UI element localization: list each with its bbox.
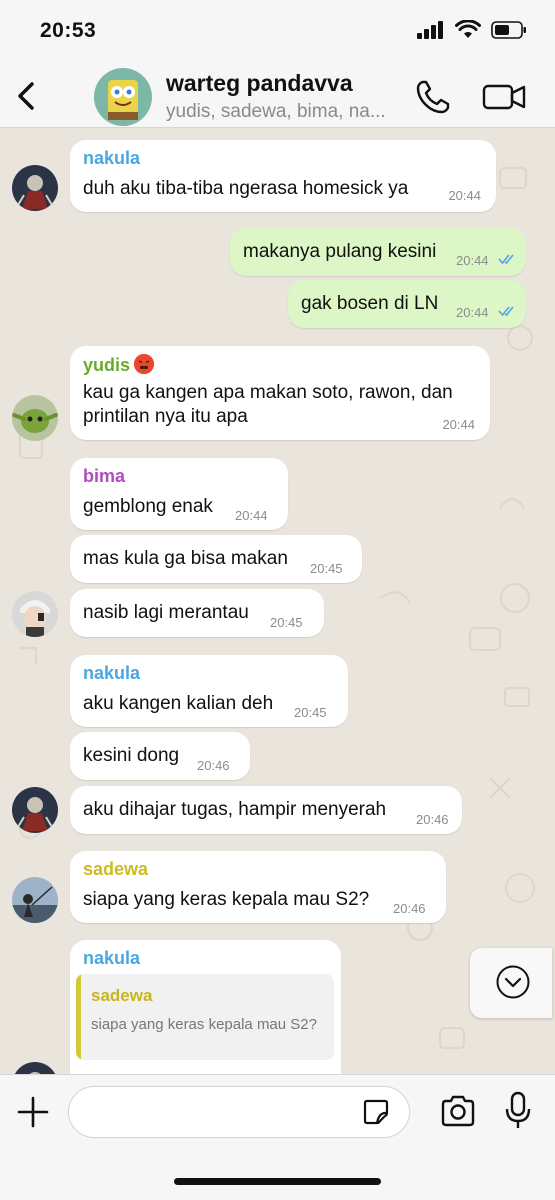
sadewa-avatar-image — [12, 877, 58, 923]
phone-icon[interactable] — [414, 78, 452, 116]
quoted-message[interactable]: sadewa siapa yang keras kepala mau S2? — [76, 974, 334, 1060]
signal-icon — [417, 20, 443, 39]
video-camera-icon[interactable] — [482, 80, 526, 114]
avatar-nakula[interactable] — [12, 165, 58, 211]
avatar-yudis[interactable] — [12, 395, 58, 441]
read-ticks-icon — [498, 306, 514, 317]
sender-name: nakula — [83, 663, 141, 683]
read-ticks-icon — [498, 254, 514, 265]
message-text-line2: printilan nya itu apa — [83, 406, 248, 427]
message-time: 20:45 — [294, 705, 327, 720]
nakula-avatar-image — [12, 787, 58, 833]
message-text: kesini dong — [83, 745, 180, 766]
microphone-icon[interactable] — [504, 1091, 532, 1131]
sender-name: bima — [83, 466, 126, 486]
message-time: 20:45 — [270, 615, 303, 630]
message-bubble-outgoing[interactable]: gak bosen di LN 20:44 — [288, 280, 526, 328]
wifi-icon — [455, 20, 481, 38]
chat-header: 20:53 warteg pandavva yudis, sadewa, bim… — [0, 0, 555, 128]
message-time: 20:44 — [456, 253, 489, 268]
quoted-text: siapa yang keras kepala mau S2? — [91, 1016, 317, 1033]
quote-accent-bar — [76, 974, 81, 1060]
status-time: 20:53 — [40, 19, 97, 42]
message-text-line1: kau ga kangen apa makan soto, rawon, dan — [83, 382, 453, 403]
group-avatar[interactable] — [94, 68, 152, 126]
group-members[interactable]: yudis, sadewa, bima, na... — [166, 101, 386, 123]
message-text: gak bosen di LN — [301, 293, 439, 314]
avatar-nakula[interactable] — [12, 787, 58, 833]
sticker-icon[interactable] — [362, 1098, 390, 1126]
message-bubble-outgoing[interactable]: makanya pulang kesini 20:44 — [230, 228, 526, 276]
scroll-to-bottom-button[interactable] — [470, 948, 552, 1018]
group-name[interactable]: warteg pandavva — [166, 70, 353, 97]
message-time: 20:45 — [310, 561, 343, 576]
message-text: makanya pulang kesini — [243, 241, 437, 262]
sender-name-text: yudis — [83, 355, 131, 375]
message-bubble-incoming[interactable]: mas kula ga bisa makan 20:45 — [70, 535, 362, 583]
message-bubble-incoming[interactable]: bima gemblong enak 20:44 — [70, 458, 288, 530]
message-bubble-incoming[interactable]: kesini dong 20:46 — [70, 732, 250, 780]
message-text: siapa yang keras kepala mau S2? — [83, 889, 370, 910]
message-text: aku dihajar tugas, hampir menyerah — [83, 799, 387, 820]
avatar-bima[interactable] — [12, 591, 58, 637]
message-bubble-incoming[interactable]: nasib lagi merantau 20:45 — [70, 589, 324, 637]
message-bubble-incoming[interactable]: yudis kau ga kangen apa makan soto, rawo… — [70, 346, 490, 440]
message-bubble-incoming[interactable]: nakula duh aku tiba-tiba ngerasa homesic… — [70, 140, 496, 212]
sender-name: sadewa — [83, 859, 149, 879]
message-time: 20:46 — [393, 901, 426, 916]
yudis-avatar-image — [12, 395, 58, 441]
message-text: duh aku tiba-tiba ngerasa homesick ya — [83, 178, 409, 199]
message-text: nasib lagi merantau — [83, 602, 249, 623]
message-text: mas kula ga bisa makan — [83, 548, 288, 569]
message-bubble-incoming[interactable]: sadewa siapa yang keras kepala mau S2? 2… — [70, 851, 446, 923]
plus-icon[interactable] — [16, 1095, 50, 1129]
message-time: 20:44 — [456, 305, 489, 320]
sender-name: nakula — [83, 148, 141, 168]
avatar-sadewa[interactable] — [12, 877, 58, 923]
message-time: 20:46 — [416, 812, 449, 827]
message-time: 20:46 — [197, 758, 230, 773]
sender-name: yudis — [83, 354, 155, 376]
back-chevron-icon[interactable] — [12, 76, 42, 116]
spongebob-avatar-image — [94, 68, 152, 126]
message-bubble-incoming[interactable]: nakula aku kangen kalian deh 20:45 — [70, 655, 348, 727]
nakula-avatar-image — [12, 165, 58, 211]
camera-icon[interactable] — [440, 1094, 476, 1128]
bima-avatar-image — [12, 591, 58, 637]
message-bubble-incoming[interactable]: aku dihajar tugas, hampir menyerah 20:46 — [70, 786, 462, 834]
message-time: 20:44 — [442, 417, 475, 432]
battery-icon — [491, 20, 526, 39]
message-time: 20:44 — [235, 508, 268, 523]
chevron-down-circle-icon — [496, 965, 530, 999]
message-input[interactable] — [68, 1086, 410, 1138]
sender-name: nakula — [83, 948, 141, 968]
message-text: gemblong enak — [83, 496, 213, 517]
home-indicator[interactable] — [174, 1178, 381, 1185]
chat-scroll-area[interactable]: nakula duh aku tiba-tiba ngerasa homesic… — [0, 128, 555, 1074]
angry-face-emoji-icon — [134, 354, 155, 374]
message-bubble-reply[interactable]: nakula sadewa siapa yang keras kepala ma… — [70, 940, 341, 1074]
status-icons — [417, 20, 527, 39]
message-time: 20:44 — [448, 188, 481, 203]
message-text: aku kangen kalian deh — [83, 693, 274, 714]
quoted-sender: sadewa — [91, 986, 153, 1005]
